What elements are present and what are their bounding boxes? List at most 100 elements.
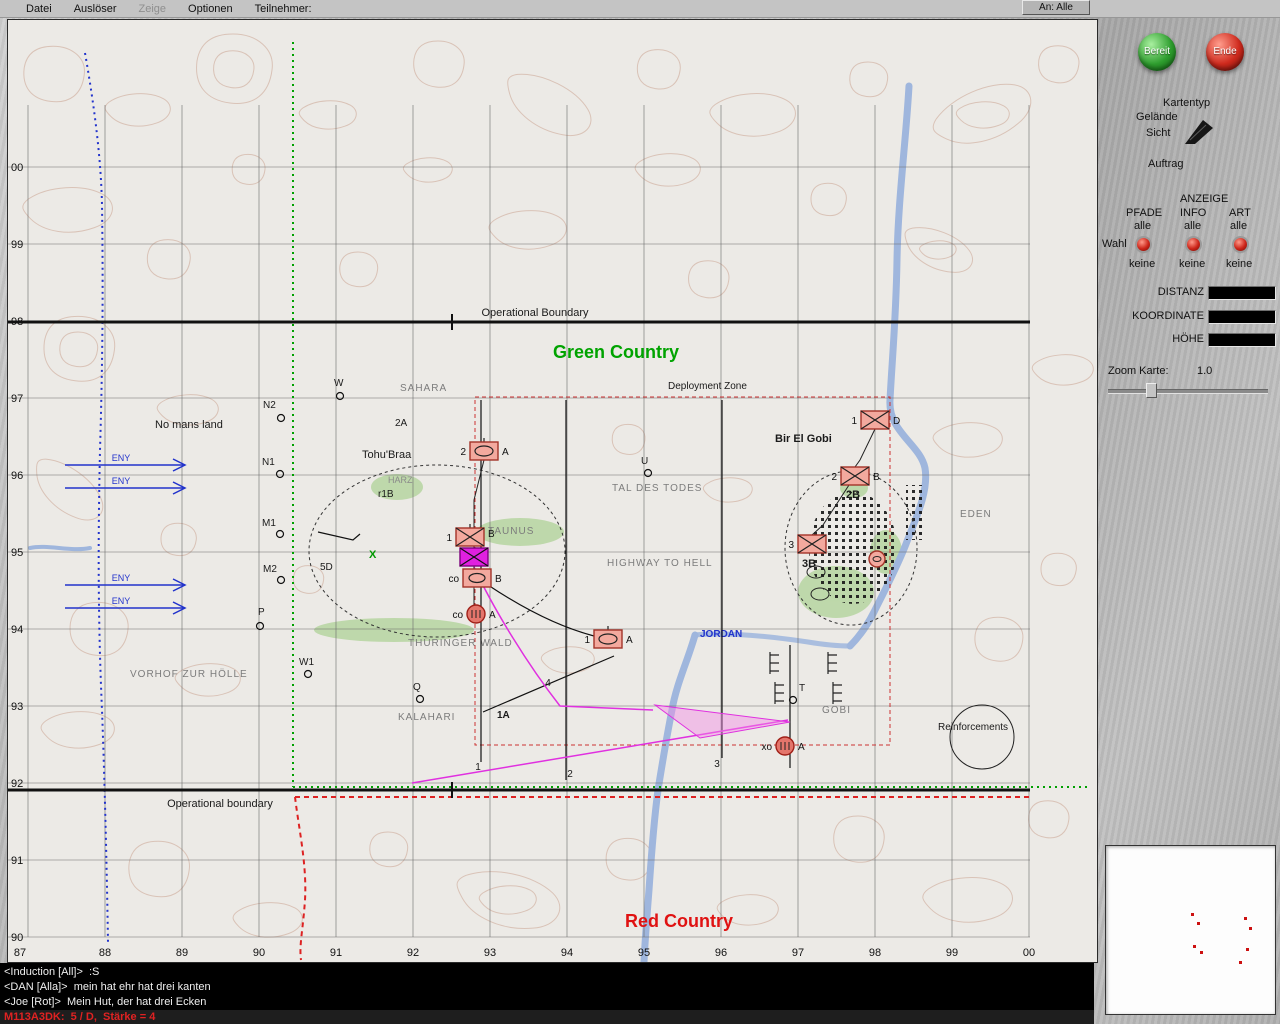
xtick: 90 — [253, 947, 265, 959]
ytick: 00 — [11, 162, 23, 174]
unit-co-b[interactable]: co B — [448, 569, 502, 587]
place-thueringer-wald: THÜRINGER WALD — [408, 637, 513, 649]
ytick: 93 — [11, 701, 23, 713]
info-alle-option[interactable]: alle — [1184, 220, 1201, 232]
zoom-slider-track[interactable] — [1108, 389, 1268, 394]
hoehe-display — [1208, 333, 1276, 347]
red-country-label: Red Country — [625, 911, 733, 931]
xtick: 96 — [715, 947, 727, 959]
unit-2-a[interactable]: 2 A — [460, 438, 509, 460]
grid-y-labels: 00 99 98 97 96 95 94 93 92 91 90 — [11, 162, 23, 944]
reinforcements-marker[interactable]: Reinforcements — [938, 705, 1014, 769]
chat-line: <Induction [All]> :S — [4, 965, 1090, 980]
label-r1b: r1B — [378, 489, 394, 500]
auftrag-label[interactable]: Auftrag — [1148, 158, 1183, 170]
red-faction-boundary — [295, 797, 1030, 960]
unit-1-b-right: B — [488, 529, 495, 540]
tactical-map[interactable]: 87 88 89 90 91 92 93 94 95 96 97 98 99 0… — [8, 20, 1097, 962]
grid-x-labels: 87 88 89 90 91 92 93 94 95 96 97 98 99 0… — [14, 947, 1035, 959]
unit-co-a[interactable]: co A — [452, 605, 496, 623]
map-pointer-icon[interactable] — [1182, 113, 1218, 149]
menu-item-datei[interactable]: Datei — [26, 3, 52, 15]
tactical-map-canvas[interactable]: 87 88 89 90 91 92 93 94 95 96 97 98 99 0… — [8, 20, 1097, 962]
eny-label: ENY — [112, 453, 131, 463]
blue-faction-boundary — [85, 53, 108, 942]
waypoint-w[interactable]: W — [334, 378, 344, 400]
minimap-unit-dot — [1191, 913, 1194, 916]
status-bar: M113A3DK: 5 / D, Stärke = 4 — [0, 1010, 1094, 1024]
zoom-value: 1.0 — [1197, 365, 1212, 377]
chat-recipient-button[interactable]: An: Alle — [1022, 0, 1090, 15]
info-knob[interactable] — [1187, 238, 1200, 251]
koordinate-display — [1208, 310, 1276, 324]
kartentyp-label: Kartentyp — [1163, 97, 1210, 109]
waypoint-n2[interactable]: N2 — [263, 400, 285, 422]
route-1a-label: 1A — [497, 710, 510, 721]
end-button[interactable]: Ende — [1206, 33, 1244, 71]
unit-xo-a-left: xo — [761, 742, 772, 753]
minimap-unit-dot — [1239, 961, 1242, 964]
operational-boundary-bottom-label: Operational boundary — [167, 798, 273, 810]
column-pfade-header: PFADE — [1126, 207, 1162, 219]
sicht-label[interactable]: Sicht — [1146, 127, 1170, 139]
unit-2-a-left: 2 — [460, 447, 466, 458]
waypoint-n1[interactable]: N1 — [262, 457, 284, 478]
menu-item-optionen[interactable]: Optionen — [188, 3, 233, 15]
info-keine-option[interactable]: keine — [1179, 258, 1205, 270]
xtick: 98 — [869, 947, 881, 959]
ytick: 94 — [11, 624, 23, 636]
place-harz: HARZ — [388, 475, 413, 485]
waypoint-t-label: T — [799, 683, 805, 694]
xtick: 89 — [176, 947, 188, 959]
chat-log: <Induction [All]> :S <DAN [Alla]> mein h… — [0, 963, 1094, 1010]
waypoint-p[interactable]: P — [257, 607, 266, 630]
menu-item-ausloeser[interactable]: Auslöser — [74, 3, 117, 15]
waypoint-t[interactable]: T — [790, 683, 806, 704]
waypoint-m2[interactable]: M2 — [263, 564, 285, 584]
operational-boundary-top-label: Operational Boundary — [481, 307, 589, 319]
eny-label: ENY — [112, 476, 131, 486]
planned-route-magenta — [412, 567, 790, 783]
control-panel: Bereit Ende Kartentyp Gelände Sicht Auft… — [1100, 0, 1280, 1024]
waypoint-m1[interactable]: M1 — [262, 518, 284, 538]
xtick: 93 — [484, 947, 496, 959]
minimap-unit-dot — [1193, 945, 1196, 948]
minimap-unit-dot — [1197, 922, 1200, 925]
unit-3-b-left: 3 — [788, 540, 794, 551]
waypoint-u[interactable]: U — [641, 456, 652, 477]
art-knob[interactable] — [1234, 238, 1247, 251]
waypoint-2a[interactable]: 2A — [395, 418, 408, 429]
xtick: 94 — [561, 947, 573, 959]
zoom-slider-handle[interactable] — [1146, 383, 1157, 398]
unit-xo-a[interactable]: xo A — [761, 737, 805, 755]
unit-1-a-right: A — [626, 635, 633, 646]
hoehe-label: HÖHE — [1100, 333, 1204, 345]
waypoint-q[interactable]: Q — [413, 682, 424, 703]
ytick: 91 — [11, 855, 23, 867]
pfade-knob[interactable] — [1137, 238, 1150, 251]
gelaende-label[interactable]: Gelände — [1136, 111, 1178, 123]
pfade-alle-option[interactable]: alle — [1134, 220, 1151, 232]
ready-button[interactable]: Bereit — [1138, 33, 1176, 71]
ytick: 90 — [11, 932, 23, 944]
art-alle-option[interactable]: alle — [1230, 220, 1247, 232]
unit-2-a-right: A — [502, 447, 509, 458]
operational-boundary-top: Operational Boundary — [8, 307, 1030, 330]
menu-item-zeige: Zeige — [138, 3, 166, 15]
waypoint-n2-label: N2 — [263, 400, 276, 411]
chat-line: <Joe [Rot]> Mein Hut, der hat drei Ecken — [4, 995, 1090, 1010]
pfade-keine-option[interactable]: keine — [1129, 258, 1155, 270]
waypoint-2a-label: 2A — [395, 418, 408, 429]
xtick: 88 — [99, 947, 111, 959]
place-tohu-braa: Tohu'Braa — [362, 449, 412, 461]
waypoint-w1[interactable]: W1 — [299, 657, 314, 678]
menu-item-teilnehmer[interactable]: Teilnehmer: — [255, 3, 312, 15]
art-keine-option[interactable]: keine — [1226, 258, 1252, 270]
route-3-label: 3 — [714, 759, 720, 770]
overview-minimap[interactable] — [1105, 845, 1276, 1015]
unit-1-d-left: 1 — [851, 416, 857, 427]
obstacle-markers — [770, 652, 842, 704]
unit-recon-circle[interactable] — [869, 551, 885, 567]
unit-selected[interactable] — [460, 548, 488, 566]
waypoint-x[interactable]: X — [369, 549, 377, 561]
